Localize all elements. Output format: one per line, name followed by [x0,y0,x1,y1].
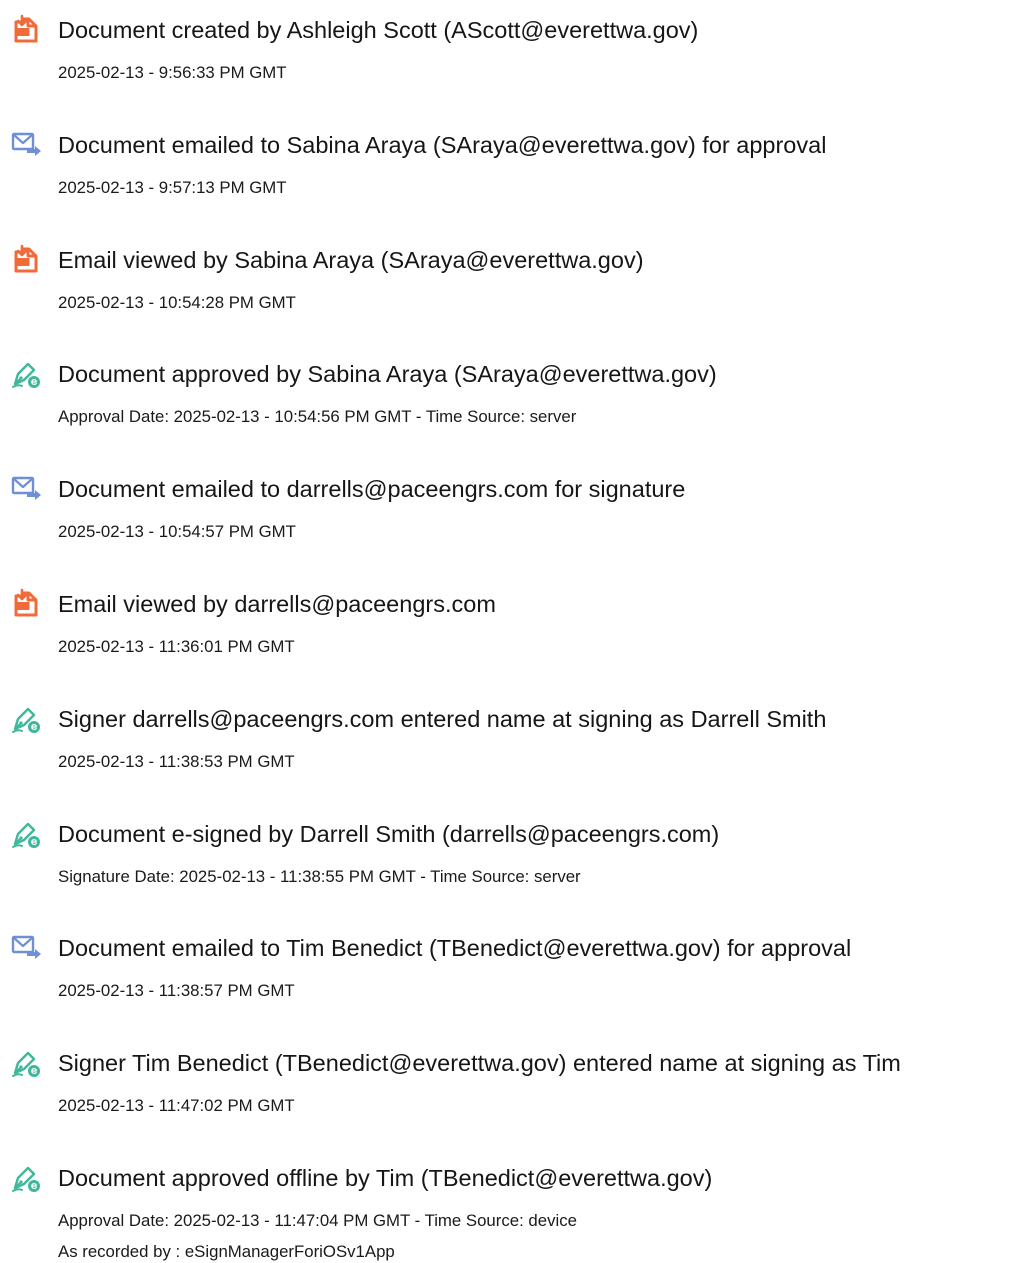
event-title: Document emailed to Sabina Araya (SAraya… [58,131,827,158]
event-title: Document approved by Sabina Araya (SAray… [58,361,717,388]
event-timestamp: Approval Date: 2025-02-13 - 11:47:04 PM … [58,1211,577,1230]
event-timestamp: 2025-02-13 - 11:38:53 PM GMT [58,751,295,771]
event-timestamp: 2025-02-13 - 10:54:57 PM GMT [58,522,296,542]
pen-sign-icon [10,1162,42,1194]
event-title: Signer Tim Benedict (TBenedict@everettwa… [58,1050,901,1077]
event-title: Email viewed by darrells@paceengrs.com [58,591,496,617]
document-created-icon [10,244,42,276]
event-title: Document e-signed by Darrell Smith (darr… [58,820,720,847]
event-timestamp: 2025-02-13 - 11:36:01 PM GMT [58,637,295,656]
event-timestamp: 2025-02-13 - 11:38:57 PM GMT [58,981,295,1001]
event-timestamp: 2025-02-13 - 11:47:02 PM GMT [58,1096,295,1116]
email-sent-icon [10,473,42,505]
event-title: Document emailed to darrells@paceengrs.c… [58,476,686,503]
event-title: Document emailed to Tim Benedict (TBened… [58,935,852,962]
pen-sign-icon [10,358,42,390]
event-timestamp: 2025-02-13 - 9:56:33 PM GMT [58,63,287,82]
pen-sign-icon [10,1047,42,1079]
email-sent-icon [10,129,42,161]
event-title: Signer darrells@paceengrs.com entered na… [58,705,827,732]
pen-sign-icon [10,818,42,850]
pen-sign-icon [10,703,42,735]
document-created-icon [10,588,42,620]
event-timestamp: Signature Date: 2025-02-13 - 11:38:55 PM… [58,866,581,886]
event-timestamp: 2025-02-13 - 9:57:13 PM GMT [58,177,287,197]
event-timestamp: 2025-02-13 - 10:54:28 PM GMT [58,292,296,312]
event-timestamp: Approval Date: 2025-02-13 - 10:54:56 PM … [58,407,577,427]
event-title: Document approved offline by Tim (TBened… [58,1165,713,1191]
event-title: Email viewed by Sabina Araya (SAraya@eve… [58,246,644,273]
document-created-icon [10,14,42,46]
email-sent-icon [10,932,42,964]
event-title: Document created by Ashleigh Scott (ASco… [58,17,699,43]
